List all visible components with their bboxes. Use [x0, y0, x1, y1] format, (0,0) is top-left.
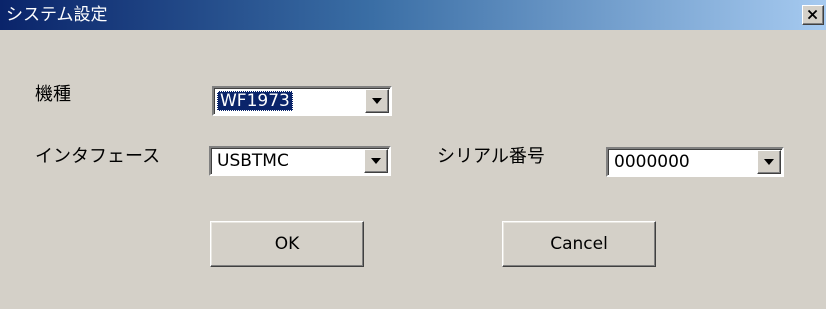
interface-label: インタフェース [35, 146, 161, 167]
chevron-down-icon [371, 158, 381, 164]
cancel-button[interactable]: Cancel [502, 221, 656, 267]
serial-label: シリアル番号 [437, 146, 545, 167]
serial-select[interactable]: 0000000 [606, 147, 784, 177]
interface-select-value: USBTMC [217, 151, 289, 171]
window-title: システム設定 [6, 5, 108, 25]
serial-dropdown-button[interactable] [757, 150, 781, 174]
model-select-value: WF1973 [217, 91, 293, 111]
ok-button[interactable]: OK [210, 221, 364, 267]
title-bar: システム設定 [0, 0, 826, 30]
chevron-down-icon [764, 159, 774, 165]
close-button[interactable] [802, 5, 824, 25]
model-select[interactable]: WF1973 [212, 86, 392, 116]
chevron-down-icon [372, 98, 382, 104]
system-settings-dialog: システム設定 機種 WF1973 インタフェース USBTMC シリアル番号 0… [0, 0, 826, 309]
interface-select[interactable]: USBTMC [209, 146, 391, 176]
close-icon [807, 9, 818, 20]
interface-dropdown-button[interactable] [364, 149, 388, 173]
model-dropdown-button[interactable] [365, 89, 389, 113]
serial-select-value: 0000000 [614, 152, 690, 172]
model-label: 機種 [35, 84, 71, 105]
